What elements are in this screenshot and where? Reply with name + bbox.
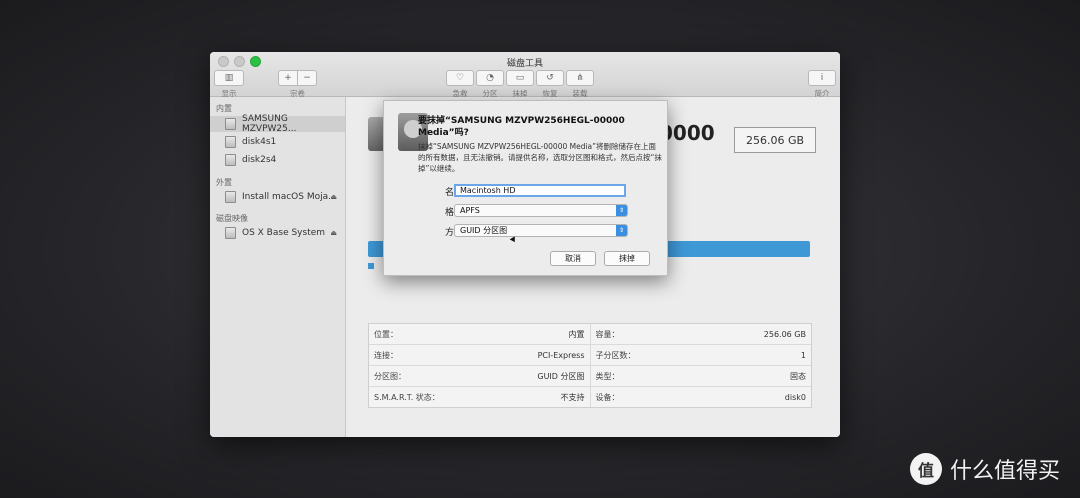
info-icon: i — [808, 70, 836, 86]
sidebar-item-disk4s1[interactable]: disk4s1 — [210, 134, 345, 150]
disk-icon — [225, 118, 236, 130]
sidebar-item-disk2s4[interactable]: disk2s4 — [210, 152, 345, 168]
info-button[interactable]: i 简介 — [808, 70, 836, 99]
chevron-updown-icon: ⇕ — [616, 205, 627, 216]
disk-icon — [225, 191, 236, 203]
info-key: 连接： — [374, 350, 398, 360]
usage-legend-swatch — [368, 263, 374, 269]
info-key: 类型： — [595, 371, 620, 381]
scheme-value: GUID 分区图 — [460, 226, 508, 235]
format-popup[interactable]: APFS ⇕ — [454, 204, 628, 217]
eject-icon[interactable]: ⏏ — [330, 193, 337, 201]
table-row: S.M.A.R.T. 状态： 不支持 设备： disk0 — [369, 387, 811, 407]
name-field[interactable]: Macintosh HD — [454, 184, 626, 197]
sheet-message: 抹掉“SAMSUNG MZVPW256HEGL-00000 Media”将删除储… — [418, 142, 662, 173]
info-key: 子分区数： — [595, 350, 636, 360]
window-title: 磁盘工具 — [506, 59, 543, 69]
info-key: S.M.A.R.T. 状态： — [374, 392, 440, 402]
table-row: 位置： 内置 容量： 256.06 GB — [369, 324, 811, 345]
first-aid-button[interactable]: ♡ 急救 — [446, 70, 474, 99]
table-row: 分区图： GUID 分区图 类型： 固态 — [369, 366, 811, 387]
sidebar-item-label: Install macOS Moja... — [242, 192, 337, 202]
table-row: 连接： PCI-Express 子分区数： 1 — [369, 345, 811, 366]
sidebar-item-label: disk4s1 — [242, 137, 277, 147]
restore-icon: ↺ — [536, 70, 564, 86]
volume-control[interactable]: + − 宗卷 — [278, 70, 317, 99]
sidebar-item-osx-base-system[interactable]: OS X Base System ⏏ — [210, 225, 345, 241]
partition-icon: ◔ — [476, 70, 504, 86]
mount-button[interactable]: ⋔ 装载 — [566, 70, 594, 99]
stethoscope-icon: ♡ — [446, 70, 474, 86]
partition-button[interactable]: ◔ 分区 — [476, 70, 504, 99]
info-key: 分区图： — [374, 371, 406, 381]
watermark-text: 什么值得买 — [950, 459, 1061, 484]
sidebar-item-label: disk2s4 — [242, 155, 277, 165]
format-value: APFS — [460, 206, 480, 215]
info-table: 位置： 内置 容量： 256.06 GB 连接： PCI-Express 子分区数： 1… — [368, 323, 812, 408]
info-value: 256.06 GB — [763, 329, 806, 339]
watermark: 值 什么值得买 — [910, 453, 1060, 485]
erase-button[interactable]: ▭ 抹掉 — [506, 70, 534, 99]
disk-icon — [225, 154, 236, 166]
info-value: GUID 分区图 — [537, 371, 585, 381]
erase-icon: ▭ — [506, 70, 534, 86]
sidebar-header-images: 磁盘映像 — [216, 214, 248, 223]
info-value: 固态 — [790, 371, 806, 381]
sidebar-item-install-macos[interactable]: Install macOS Moja... ⏏ — [210, 189, 345, 205]
eject-icon[interactable]: ⏏ — [330, 229, 337, 237]
chevron-updown-icon: ⇕ — [616, 225, 627, 236]
restore-button[interactable]: ↺ 恢复 — [536, 70, 564, 99]
capacity-badge: 256.06 GB — [734, 127, 816, 153]
info-value: 1 — [800, 350, 806, 360]
erase-sheet: 要抹掉“SAMSUNG MZVPW256HEGL-00000 Media”吗? … — [383, 100, 668, 276]
scheme-popup[interactable]: GUID 分区图 ⇕ — [454, 224, 628, 237]
sidebar-item-label: SAMSUNG MZVPW25... — [242, 114, 297, 134]
watermark-logo: 值 — [910, 453, 942, 485]
sidebar-header-internal: 内置 — [216, 104, 232, 113]
info-value: 内置 — [568, 329, 585, 339]
info-key: 容量： — [595, 329, 620, 339]
sidebar-header-external: 外置 — [216, 178, 232, 187]
info-value: 不支持 — [560, 392, 585, 402]
sidebar: 内置 SAMSUNG MZVPW25... disk4s1 disk2s4 外置… — [210, 97, 346, 437]
disk-icon — [225, 136, 236, 148]
info-value: PCI-Express — [537, 350, 585, 360]
erase-confirm-button[interactable]: 抹掉 — [604, 251, 650, 266]
info-key: 设备： — [595, 392, 620, 402]
sheet-title: 要抹掉“SAMSUNG MZVPW256HEGL-00000 Media”吗? — [418, 116, 625, 138]
remove-volume-button[interactable]: − — [298, 70, 317, 86]
disk-icon — [225, 227, 236, 239]
mount-icon: ⋔ — [566, 70, 594, 86]
cancel-button[interactable]: 取消 — [550, 251, 596, 266]
sidebar-item-samsung[interactable]: SAMSUNG MZVPW25... — [210, 114, 345, 134]
view-control[interactable]: ▥ 显示 — [214, 70, 244, 99]
sidebar-item-label: OS X Base System — [242, 228, 326, 238]
titlebar: 磁盘工具 ▥ 显示 + − 宗卷 ♡ 急救 ◔ 分区 ▭ 抹掉 ↺ 恢复 ⋔ 装… — [210, 52, 840, 99]
info-value: disk0 — [784, 392, 806, 402]
info-key: 位置： — [374, 329, 398, 339]
add-volume-button[interactable]: + — [278, 70, 298, 86]
sidebar-icon[interactable]: ▥ — [214, 70, 244, 86]
